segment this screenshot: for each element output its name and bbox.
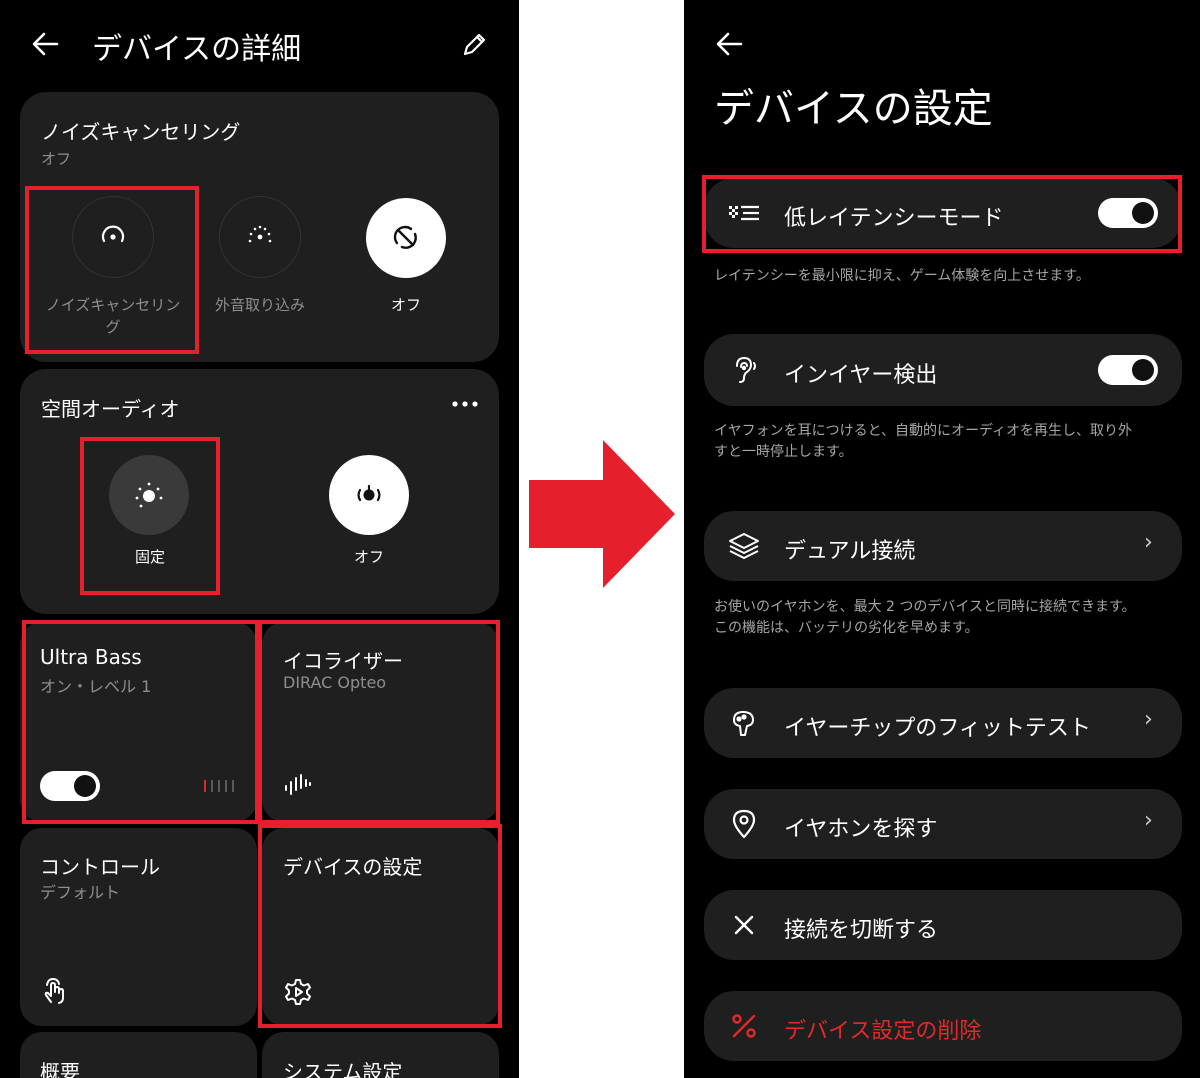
bass-level-meter (204, 780, 240, 792)
system-settings-title: システム設定 (283, 1060, 403, 1078)
spatial-fixed-label: 固定 (134, 548, 165, 566)
equalizer-title: イコライザー (283, 649, 403, 673)
ultra-bass-toggle[interactable] (40, 771, 100, 801)
ambient-icon (248, 225, 272, 243)
ambient-option-label: 外音取り込み (214, 296, 305, 314)
chevron-right-icon: › (1144, 808, 1153, 833)
spatial-off-label: オフ (353, 548, 384, 566)
bass-level-tick (225, 780, 227, 792)
bass-level-tick (204, 780, 206, 792)
equalizer-icon (285, 774, 311, 795)
chevron-right-icon: › (1144, 707, 1153, 732)
low-latency-description: レイテンシーを最小限に抑え、ゲーム体験を向上させます。 (714, 268, 1090, 284)
percent-delete-icon (732, 1014, 756, 1038)
disconnect-label: 接続を切断する (784, 918, 939, 943)
dual-connect-label: デュアル接続 (784, 539, 916, 564)
disconnect-row[interactable] (704, 890, 1182, 960)
gear-icon (285, 979, 311, 1005)
spatial-off-option[interactable] (329, 455, 409, 535)
arrow-right-icon (529, 440, 675, 588)
fixed-spatial-icon (135, 482, 163, 508)
device-details-screen: デバイスの詳細 ノイズキャンセリング オフ ノイズキャンセリング 外音取り込み … (0, 0, 519, 1078)
noise-cancel-option[interactable] (72, 196, 154, 278)
more-horizontal-icon[interactable] (450, 398, 480, 410)
ear-detect-description: イヤフォンを耳につけると、自動的にオーディオを再生し、取り外 すと一時停止します… (714, 421, 1132, 463)
dual-connect-icon (729, 533, 759, 559)
ear-detect-toggle[interactable] (1098, 355, 1158, 385)
spatial-card-title: 空間オーディオ (41, 397, 180, 421)
ear-tip-icon (733, 711, 754, 736)
control-title: コントロール (40, 855, 160, 879)
dual-connect-description-line1: お使いのイヤホンを、最大 2 つのデバイスと同時に接続できます。 (714, 599, 1136, 615)
spatial-fixed-option[interactable] (109, 455, 189, 535)
page-title: デバイスの設定 (714, 86, 993, 132)
dual-connect-description: お使いのイヤホンを、最大 2 つのデバイスと同時に接続できます。 この機能は、バ… (714, 597, 1136, 639)
ear-detect-description-line1: イヤフォンを耳につけると、自動的にオーディオを再生し、取り外 (714, 423, 1133, 439)
pencil-icon[interactable] (459, 30, 489, 60)
noise-card-subtitle: オフ (41, 150, 72, 168)
noise-cancel-option-label: ノイズキャンセリング (45, 296, 181, 336)
location-pin-icon (732, 809, 756, 839)
dual-connect-description-line2: この機能は、バッテリの劣化を早めます。 (714, 620, 979, 636)
ultra-bass-subtitle: オン・レベル 1 (40, 677, 152, 696)
device-settings-screen: デバイスの設定 低レイテンシーモード レイテンシーを最小限に抑え、ゲーム体験を向… (684, 0, 1200, 1078)
bass-level-tick (218, 780, 220, 792)
overview-title: 概要 (40, 1060, 80, 1078)
equalizer-subtitle: DIRAC Opteo (283, 673, 387, 692)
find-earphones-row[interactable] (704, 789, 1182, 859)
noise-cancel-icon (101, 225, 125, 243)
control-subtitle: デフォルト (40, 883, 121, 902)
arrow-left-icon[interactable] (714, 30, 744, 58)
find-earphones-label: イヤホンを探す (784, 817, 938, 842)
bass-level-tick (232, 780, 234, 792)
bass-level-tick (211, 780, 213, 792)
ear-detect-icon (736, 356, 756, 383)
spatial-off-icon (357, 484, 381, 502)
noise-off-option-label: オフ (390, 296, 421, 314)
noise-off-option[interactable] (366, 198, 446, 278)
low-latency-toggle[interactable] (1098, 198, 1158, 228)
ear-detect-description-line2: すと一時停止します。 (714, 444, 853, 460)
low-latency-icon (729, 205, 759, 221)
ear-tip-fit-label: イヤーチップのフィットテスト (784, 716, 1091, 741)
noise-card-title: ノイズキャンセリング (41, 120, 241, 144)
close-icon (734, 915, 754, 935)
tap-gesture-icon (44, 978, 64, 1004)
ambient-option[interactable] (219, 196, 301, 278)
delete-settings-label: デバイス設定の削除 (784, 1019, 982, 1044)
chevron-right-icon: › (1144, 530, 1153, 555)
dual-connect-row[interactable] (704, 511, 1182, 581)
device-settings-title: デバイスの設定 (283, 855, 423, 879)
page-title: デバイスの詳細 (92, 32, 302, 67)
ear-detect-label: インイヤー検出 (784, 363, 938, 388)
off-icon (393, 225, 417, 249)
arrow-left-icon[interactable] (30, 30, 60, 58)
low-latency-label: 低レイテンシーモード (784, 206, 1004, 231)
ultra-bass-title: Ultra Bass (40, 645, 142, 669)
